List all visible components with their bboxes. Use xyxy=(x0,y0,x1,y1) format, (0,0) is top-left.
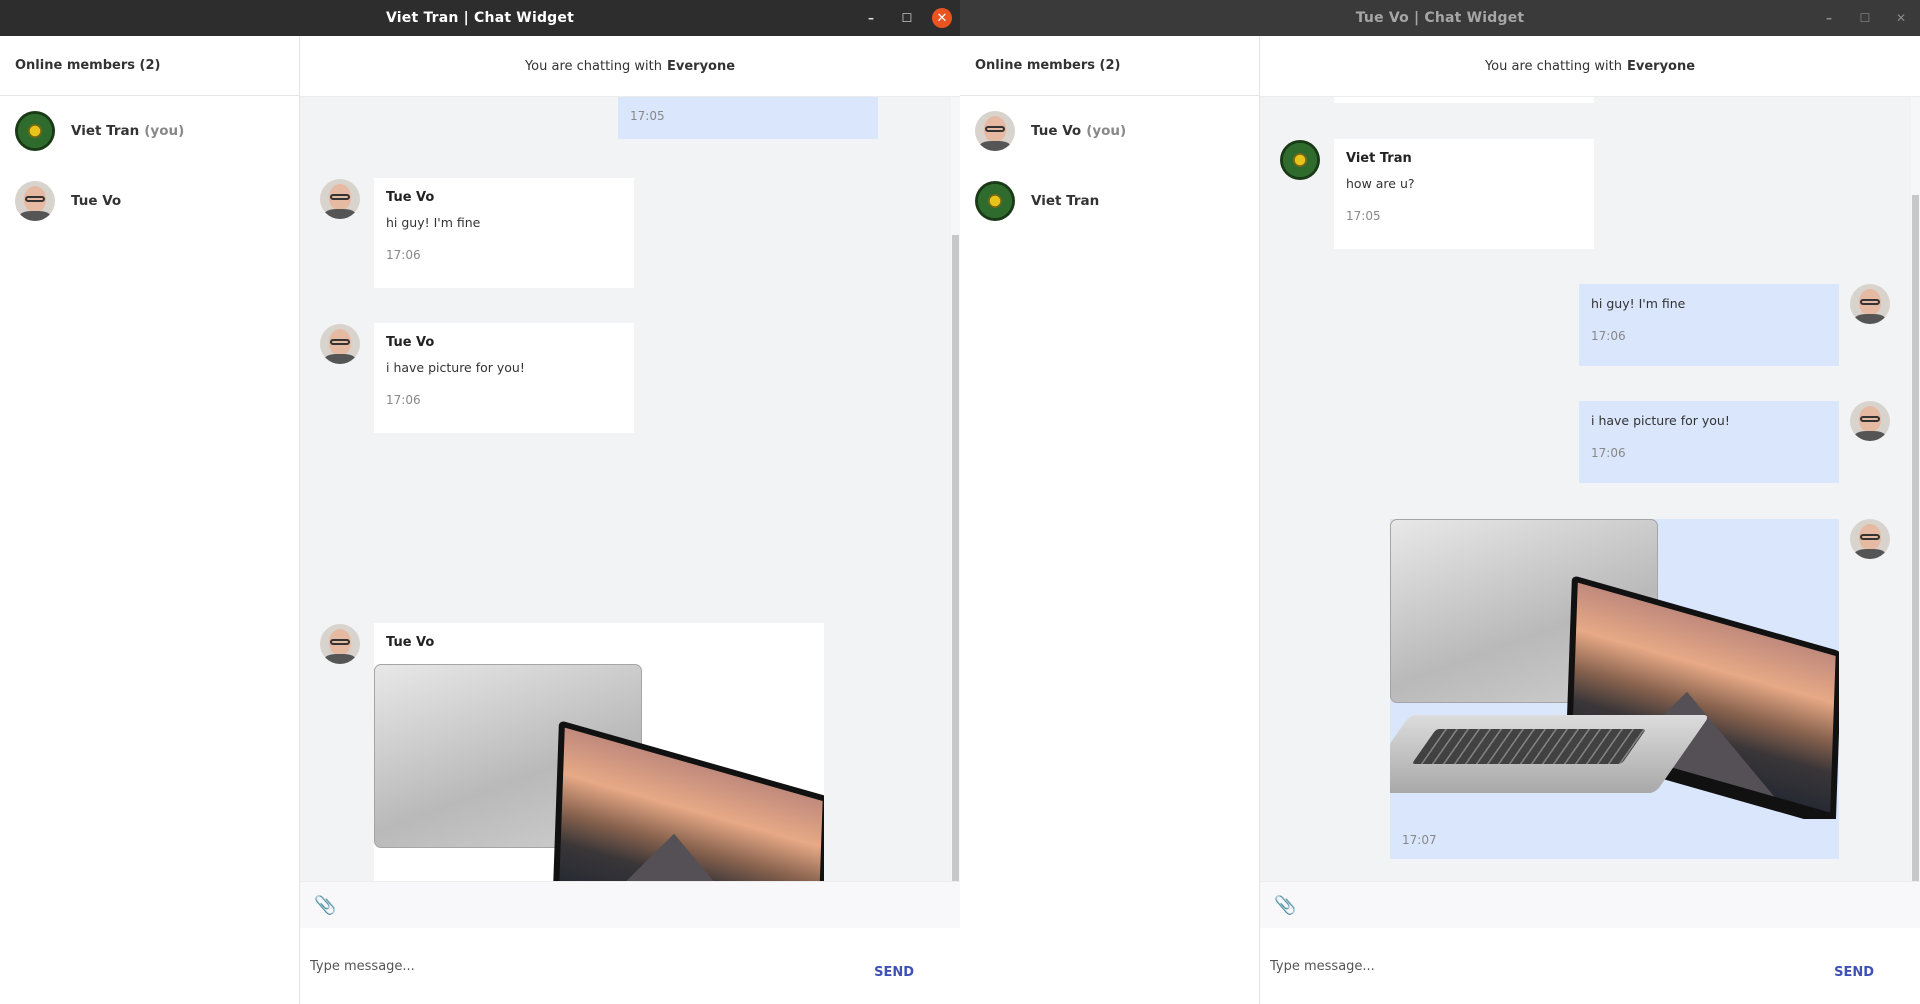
chat-window-viet-tran: Viet Tran | Chat Widget – ☐ ✕ Online mem… xyxy=(0,0,960,1004)
member-item[interactable]: Viet Tran xyxy=(960,166,1259,236)
maximize-icon[interactable]: ☐ xyxy=(896,7,918,29)
message-bubble xyxy=(1334,97,1594,103)
avatar xyxy=(320,179,360,219)
window-controls: – ☐ ✕ xyxy=(1818,0,1912,36)
message-author: Viet Tran xyxy=(1346,151,1412,166)
member-you-tag: (you) xyxy=(1086,123,1127,139)
message-input[interactable] xyxy=(1260,945,1829,987)
message-text: i have picture for you! xyxy=(1591,413,1730,428)
window-controls: – ☐ ✕ xyxy=(860,0,952,36)
message-time: 17:05 xyxy=(630,109,665,123)
message-author: Tue Vo xyxy=(386,635,435,650)
minimize-icon[interactable]: – xyxy=(860,7,882,29)
member-item[interactable]: Tue Vo (you) xyxy=(960,96,1259,166)
chat-header: You are chatting with Everyone xyxy=(300,36,960,97)
member-name: Viet Tran xyxy=(71,123,140,139)
message-bubble: Tue Vo i have picture for you! 17:06 xyxy=(374,323,634,433)
message-text: how are u? xyxy=(1346,176,1415,191)
chat-header-prefix: You are chatting with xyxy=(524,58,662,74)
avatar xyxy=(975,111,1015,151)
chat-target: Everyone xyxy=(667,58,736,74)
message-list[interactable]: Viet Tran how are u? 17:05 hi guy! I'm f… xyxy=(1260,97,1920,881)
close-icon[interactable]: ✕ xyxy=(1890,7,1912,29)
member-name: Tue Vo xyxy=(1031,123,1082,139)
message-time: 17:06 xyxy=(386,248,421,262)
window-titlebar[interactable]: Viet Tran | Chat Widget – ☐ ✕ xyxy=(0,0,960,36)
message-time: 17:06 xyxy=(1591,446,1626,460)
message-time: 17:07 xyxy=(1402,833,1437,847)
laptop-image[interactable] xyxy=(374,660,824,881)
avatar xyxy=(15,181,55,221)
maximize-icon[interactable]: ☐ xyxy=(1854,7,1876,29)
send-button[interactable]: SEND xyxy=(868,964,920,981)
message-bubble: i have picture for you! 17:06 xyxy=(1579,401,1839,483)
members-sidebar: Online members (2) Viet Tran (you) Tue V… xyxy=(0,36,300,1004)
chat-header: You are chatting with Everyone xyxy=(1260,36,1920,97)
avatar xyxy=(320,624,360,664)
message-bubble: hi guy! I'm fine 17:06 xyxy=(1579,284,1839,366)
attach-icon[interactable]: 📎 xyxy=(1274,895,1296,916)
avatar xyxy=(1850,284,1890,324)
message-author: Tue Vo xyxy=(386,190,435,205)
chat-window-tue-vo: Tue Vo | Chat Widget – ☐ ✕ Online member… xyxy=(960,0,1920,1004)
scrollbar[interactable] xyxy=(951,97,960,881)
message-list[interactable]: 17:05 Tue Vo hi guy! I'm fine 17:06 Tue … xyxy=(300,97,960,881)
message-text: i have picture for you! xyxy=(386,360,525,375)
message-time: 17:06 xyxy=(1591,329,1626,343)
online-members-heading: Online members (2) xyxy=(0,36,299,96)
avatar xyxy=(15,111,55,151)
window-title: Viet Tran | Chat Widget xyxy=(386,10,574,26)
message-time: 17:06 xyxy=(386,393,421,407)
close-icon[interactable]: ✕ xyxy=(932,8,952,28)
message-bubble: Tue Vo hi guy! I'm fine 17:06 xyxy=(374,178,634,288)
avatar xyxy=(1850,401,1890,441)
chat-header-prefix: You are chatting with xyxy=(1484,58,1622,74)
composer: SEND xyxy=(1260,928,1920,1004)
members-sidebar: Online members (2) Tue Vo (you) Viet Tra… xyxy=(960,36,1260,1004)
attach-bar: 📎 xyxy=(300,881,960,928)
window-title: Tue Vo | Chat Widget xyxy=(1355,10,1525,26)
composer: SEND xyxy=(300,928,960,1004)
message-author: Tue Vo xyxy=(386,335,435,350)
message-text: hi guy! I'm fine xyxy=(1591,296,1686,311)
avatar xyxy=(975,181,1015,221)
chat-panel: You are chatting with Everyone Viet Tran… xyxy=(1260,36,1920,1004)
message-bubble: Viet Tran how are u? 17:05 xyxy=(1334,139,1594,249)
minimize-icon[interactable]: – xyxy=(1818,7,1840,29)
chat-panel: You are chatting with Everyone 17:05 Tue… xyxy=(300,36,960,1004)
attach-icon[interactable]: 📎 xyxy=(314,895,336,916)
laptop-image[interactable] xyxy=(1390,519,1839,819)
avatar xyxy=(320,324,360,364)
message-bubble: Tue Vo xyxy=(374,623,824,881)
avatar xyxy=(1850,519,1890,559)
avatar xyxy=(1280,140,1320,180)
window-titlebar[interactable]: Tue Vo | Chat Widget – ☐ ✕ xyxy=(960,0,1920,36)
send-button[interactable]: SEND xyxy=(1828,964,1880,981)
member-item[interactable]: Tue Vo xyxy=(0,166,299,236)
scrollbar[interactable] xyxy=(1911,97,1920,881)
online-members-heading: Online members (2) xyxy=(960,36,1259,96)
message-time: 17:05 xyxy=(1346,209,1381,223)
message-bubble: 17:05 xyxy=(618,97,878,139)
message-text: hi guy! I'm fine xyxy=(386,215,481,230)
attach-bar: 📎 xyxy=(1260,881,1920,928)
chat-target: Everyone xyxy=(1627,58,1696,74)
member-you-tag: (you) xyxy=(144,123,185,139)
member-item[interactable]: Viet Tran (you) xyxy=(0,96,299,166)
message-bubble: 17:07 xyxy=(1390,519,1839,859)
member-name: Viet Tran xyxy=(1031,193,1100,209)
message-input[interactable] xyxy=(300,945,869,987)
member-name: Tue Vo xyxy=(71,193,122,209)
